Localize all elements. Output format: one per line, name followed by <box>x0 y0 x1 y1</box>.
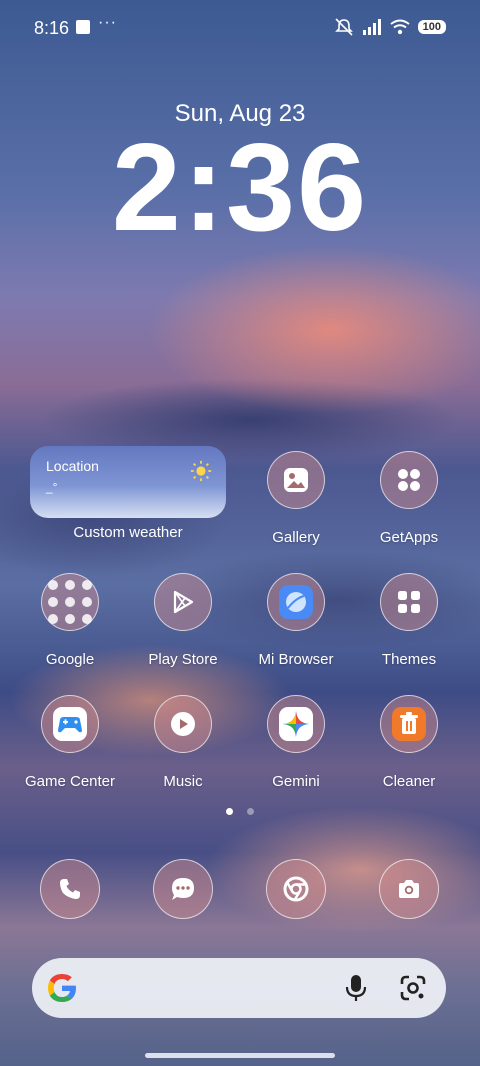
app-label: Themes <box>381 651 437 668</box>
page-dot-active[interactable] <box>226 808 233 815</box>
google-lens-icon[interactable] <box>398 973 428 1003</box>
status-bar: 8:16 ··· 100 <box>0 0 480 56</box>
signal-icon <box>362 19 381 35</box>
page-dot[interactable] <box>247 808 254 815</box>
microphone-icon[interactable] <box>344 973 368 1003</box>
dock-chrome[interactable] <box>241 859 351 919</box>
app-gemini[interactable]: Gemini <box>241 695 351 790</box>
game-center-icon <box>41 695 99 753</box>
status-time: 8:16 <box>34 18 70 38</box>
battery-indicator: 100 <box>417 20 446 34</box>
app-getapps[interactable]: GetApps <box>354 451 464 546</box>
messages-icon <box>153 859 213 919</box>
getapps-icon <box>380 451 438 509</box>
app-themes[interactable]: Themes <box>354 573 464 668</box>
weather-temperature: _° <box>46 480 58 494</box>
mi-browser-icon <box>267 573 325 631</box>
lock-clock[interactable]: 2:36 <box>0 126 480 250</box>
gemini-icon <box>267 695 325 753</box>
app-label: Music <box>163 773 203 790</box>
folder-google[interactable]: Google <box>15 573 125 668</box>
phone-icon <box>40 859 100 919</box>
weather-widget[interactable]: Location _° <box>30 446 226 518</box>
google-logo-icon <box>48 974 76 1002</box>
camera-icon <box>379 859 439 919</box>
google-search-bar[interactable] <box>32 958 446 1018</box>
more-notifications-icon: ··· <box>98 14 117 31</box>
app-label: Google <box>45 651 95 668</box>
cleaner-icon <box>380 695 438 753</box>
chrome-icon <box>266 859 326 919</box>
app-label: Cleaner <box>382 773 436 790</box>
app-music[interactable]: Music <box>128 695 238 790</box>
dock-phone[interactable] <box>15 859 125 919</box>
sun-icon <box>190 460 212 482</box>
folder-icon <box>41 573 99 631</box>
wifi-icon <box>390 19 410 35</box>
app-game-center[interactable]: Game Center <box>15 695 125 790</box>
dock-messages[interactable] <box>128 859 238 919</box>
dock-camera[interactable] <box>354 859 464 919</box>
weather-widget-label: Custom weather <box>73 524 183 541</box>
app-mi-browser[interactable]: Mi Browser <box>241 573 351 668</box>
page-indicator <box>0 808 480 815</box>
gallery-icon <box>267 451 325 509</box>
app-label: Game Center <box>24 773 116 790</box>
home-gesture-bar[interactable] <box>145 1053 335 1058</box>
notification-square-icon <box>76 20 90 34</box>
mute-icon <box>334 18 353 36</box>
music-icon <box>154 695 212 753</box>
status-icons: 100 <box>334 18 446 36</box>
app-label: Gallery <box>272 529 320 546</box>
app-gallery[interactable]: Gallery <box>241 451 351 546</box>
app-play-store[interactable]: Play Store <box>128 573 238 668</box>
app-label: GetApps <box>379 529 439 546</box>
weather-location: Location <box>46 458 99 474</box>
app-label: Play Store <box>148 651 218 668</box>
app-label: Mi Browser <box>258 651 334 668</box>
app-cleaner[interactable]: Cleaner <box>354 695 464 790</box>
play-store-icon <box>154 573 212 631</box>
app-label: Gemini <box>272 773 320 790</box>
themes-icon <box>380 573 438 631</box>
